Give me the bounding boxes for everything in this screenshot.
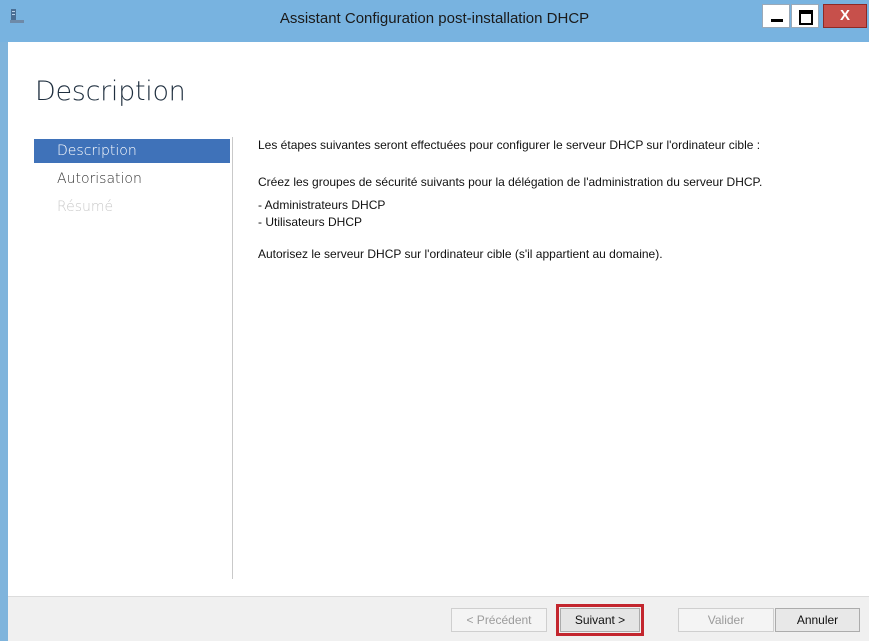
nav-item-autorisation[interactable]: Autorisation xyxy=(34,167,230,191)
close-button[interactable]: X xyxy=(823,4,867,28)
authorize-text: Autorisez le serveur DHCP sur l'ordinate… xyxy=(258,247,663,261)
validate-button: Valider xyxy=(678,608,774,632)
nav-item-resume: Résumé xyxy=(57,199,114,215)
previous-button: < Précédent xyxy=(451,608,547,632)
wizard-body: Description Description Autorisation Rés… xyxy=(8,42,869,641)
maximize-icon xyxy=(799,10,813,25)
page-title: Description xyxy=(35,76,186,107)
maximize-button[interactable] xyxy=(791,4,819,28)
cancel-button[interactable]: Annuler xyxy=(775,608,860,632)
next-button[interactable]: Suivant > xyxy=(556,604,644,636)
wizard-window: Assistant Configuration post-installatio… xyxy=(0,0,869,641)
groups-text: Créez les groupes de sécurité suivants p… xyxy=(258,175,763,189)
nav-item-description[interactable]: Description xyxy=(34,139,230,163)
group-item-users: - Utilisateurs DHCP xyxy=(258,215,363,229)
nav-divider xyxy=(232,137,233,579)
intro-text: Les étapes suivantes seront effectuées p… xyxy=(258,138,761,152)
window-title: Assistant Configuration post-installatio… xyxy=(279,10,590,27)
title-bar[interactable]: Assistant Configuration post-installatio… xyxy=(0,0,869,42)
close-icon: X xyxy=(839,7,850,24)
wizard-steps-nav: Description Autorisation Résumé xyxy=(34,139,230,223)
button-bar: < Précédent Suivant > Valider Annuler xyxy=(8,596,869,641)
minimize-button[interactable] xyxy=(762,4,790,28)
description-content: Les étapes suivantes seront effectuées p… xyxy=(258,137,848,263)
minimize-icon xyxy=(771,19,783,22)
group-item-admins: - Administrateurs DHCP xyxy=(258,198,386,212)
